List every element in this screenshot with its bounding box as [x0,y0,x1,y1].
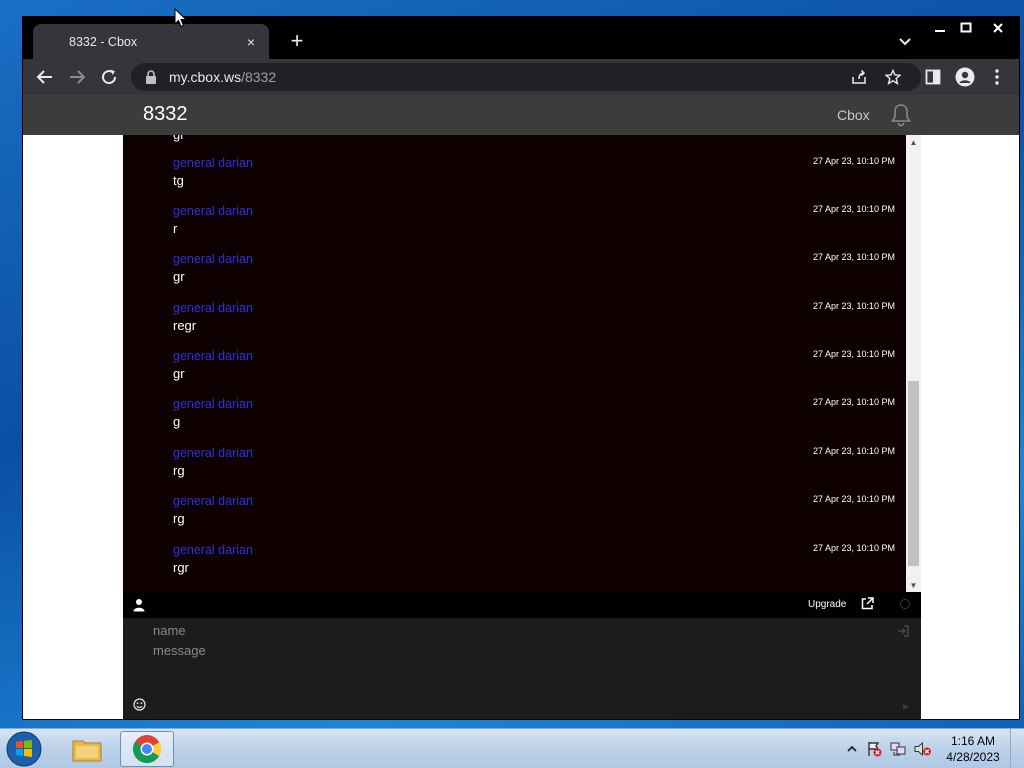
tab-close-icon[interactable]: × [243,34,259,50]
message-time: 27 Apr 23, 10:10 PM [812,543,895,553]
message-author[interactable]: general darian [173,494,253,508]
browser-titlebar: 8332 - Cbox × + [23,17,1019,59]
address-bar[interactable]: my.cbox.ws/8332 [131,63,921,91]
windows-taskbar: 1:16 AM 4/28/2023 [0,728,1024,768]
chat-message: general darian regr 27 Apr 23, 10:10 PM [123,301,906,349]
message-author[interactable]: general darian [173,204,253,218]
page-title: 8332 [143,103,188,125]
tray-expand-icon[interactable] [844,741,860,757]
partial-message-text: gr [173,135,185,142]
chat-message: general darian rg 27 Apr 23, 10:10 PM [123,494,906,542]
page-viewport: 8332 Cbox gr general darian tg 27 Apr 23… [23,95,1019,719]
lock-icon [145,70,159,84]
browser-menu-icon[interactable] [985,65,1009,89]
message-time: 27 Apr 23, 10:10 PM [812,494,895,504]
message-author[interactable]: general darian [173,397,253,411]
message-time: 27 Apr 23, 10:10 PM [812,156,895,166]
volume-muted-icon[interactable] [914,741,931,757]
reload-button[interactable] [97,65,121,89]
chat-message: general darian gr 27 Apr 23, 10:10 PM [123,349,906,397]
network-icon[interactable] [890,741,906,757]
profile-avatar-icon[interactable] [953,65,977,89]
message-time: 27 Apr 23, 10:10 PM [812,397,895,407]
clock-date: 4/28/2023 [946,750,1000,764]
scroll-down-arrow-icon[interactable]: ▼ [906,578,921,592]
tab-search-chevron-icon[interactable] [895,31,915,51]
message-time: 27 Apr 23, 10:10 PM [812,252,895,262]
message-scrollbar[interactable]: ▲ ▼ [906,135,921,592]
chat-message: general darian gr 27 Apr 23, 10:10 PM [123,252,906,300]
message-author[interactable]: general darian [173,301,253,315]
message-text: tg [173,173,184,188]
chrome-taskbar-button[interactable] [120,731,174,767]
user-icon[interactable] [133,598,147,612]
name-field[interactable] [153,621,853,639]
message-text: rgr [173,560,189,575]
chat-message: general darian tg 27 Apr 23, 10:10 PM [123,156,906,204]
message-author[interactable]: general darian [173,446,253,460]
message-time: 27 Apr 23, 10:10 PM [812,301,895,311]
chat-message: general darian rgr 27 Apr 23, 10:10 PM [123,543,906,591]
status-circle-icon[interactable] [900,599,910,609]
message-text: gr [173,269,185,284]
tab-title: 8332 - Cbox [69,34,138,49]
side-panel-icon[interactable] [921,65,945,89]
emoji-icon[interactable] [133,698,147,712]
message-text: regr [173,318,197,333]
post-form: ▶ [123,618,921,719]
message-text: g [173,414,181,429]
start-button[interactable] [4,730,44,768]
cbox-header: 8332 Cbox [23,95,1019,135]
maximize-button[interactable] [953,17,979,39]
chat-message: general darian g 27 Apr 23, 10:10 PM [123,397,906,445]
browser-window: 8332 - Cbox × + my.cbox.ws /8332 8332 Cb… [22,16,1020,720]
url-host: my.cbox.ws [169,69,242,85]
forward-button[interactable] [65,65,89,89]
url-path: /8332 [241,69,277,85]
back-button[interactable] [33,65,57,89]
message-author[interactable]: general darian [173,252,253,266]
message-author[interactable]: general darian [173,156,253,170]
browser-toolbar: my.cbox.ws/8332 [23,59,1019,95]
message-text: r [173,221,178,236]
message-author[interactable]: general darian [173,349,253,363]
taskbar-clock[interactable]: 1:16 AM 4/28/2023 [940,733,1006,765]
message-text: rg [173,511,185,526]
show-desktop-button[interactable] [1010,729,1024,768]
upgrade-link[interactable]: Upgrade [808,599,846,610]
message-text: rg [173,463,185,478]
bell-icon[interactable] [889,103,913,127]
share-icon[interactable] [849,67,869,87]
message-author[interactable]: general darian [173,543,253,557]
minimize-button[interactable] [927,17,953,39]
popout-icon[interactable] [861,597,875,611]
message-time: 27 Apr 23, 10:10 PM [812,349,895,359]
message-text: gr [173,366,185,381]
login-icon[interactable] [897,624,909,637]
message-time: 27 Apr 23, 10:10 PM [812,204,895,214]
message-time: 27 Apr 23, 10:10 PM [812,446,895,456]
clock-time: 1:16 AM [950,734,996,748]
action-center-icon[interactable] [866,741,882,757]
close-window-button[interactable] [981,17,1015,39]
message-field[interactable] [153,643,853,703]
send-arrow-icon[interactable]: ▶ [903,702,911,711]
bookmark-star-icon[interactable] [883,67,903,87]
chat-message: general darian rg 27 Apr 23, 10:10 PM [123,446,906,494]
cbox-link[interactable]: Cbox [837,107,870,123]
chat-message: general darian r 27 Apr 23, 10:10 PM [123,204,906,252]
chat-box: gr general darian tg 27 Apr 23, 10:10 PM… [123,135,921,719]
chat-status-bar: Upgrade [123,592,921,618]
mouse-cursor-icon [174,7,188,28]
desktop-edge [0,0,22,728]
file-explorer-taskbar-button[interactable] [60,731,114,767]
new-tab-button[interactable]: + [285,28,309,53]
scroll-up-arrow-icon[interactable]: ▲ [906,135,921,149]
tab-cbox[interactable]: 8332 - Cbox × [33,24,269,59]
message-list[interactable]: gr general darian tg 27 Apr 23, 10:10 PM… [123,135,906,592]
scrollbar-thumb[interactable] [908,381,919,566]
